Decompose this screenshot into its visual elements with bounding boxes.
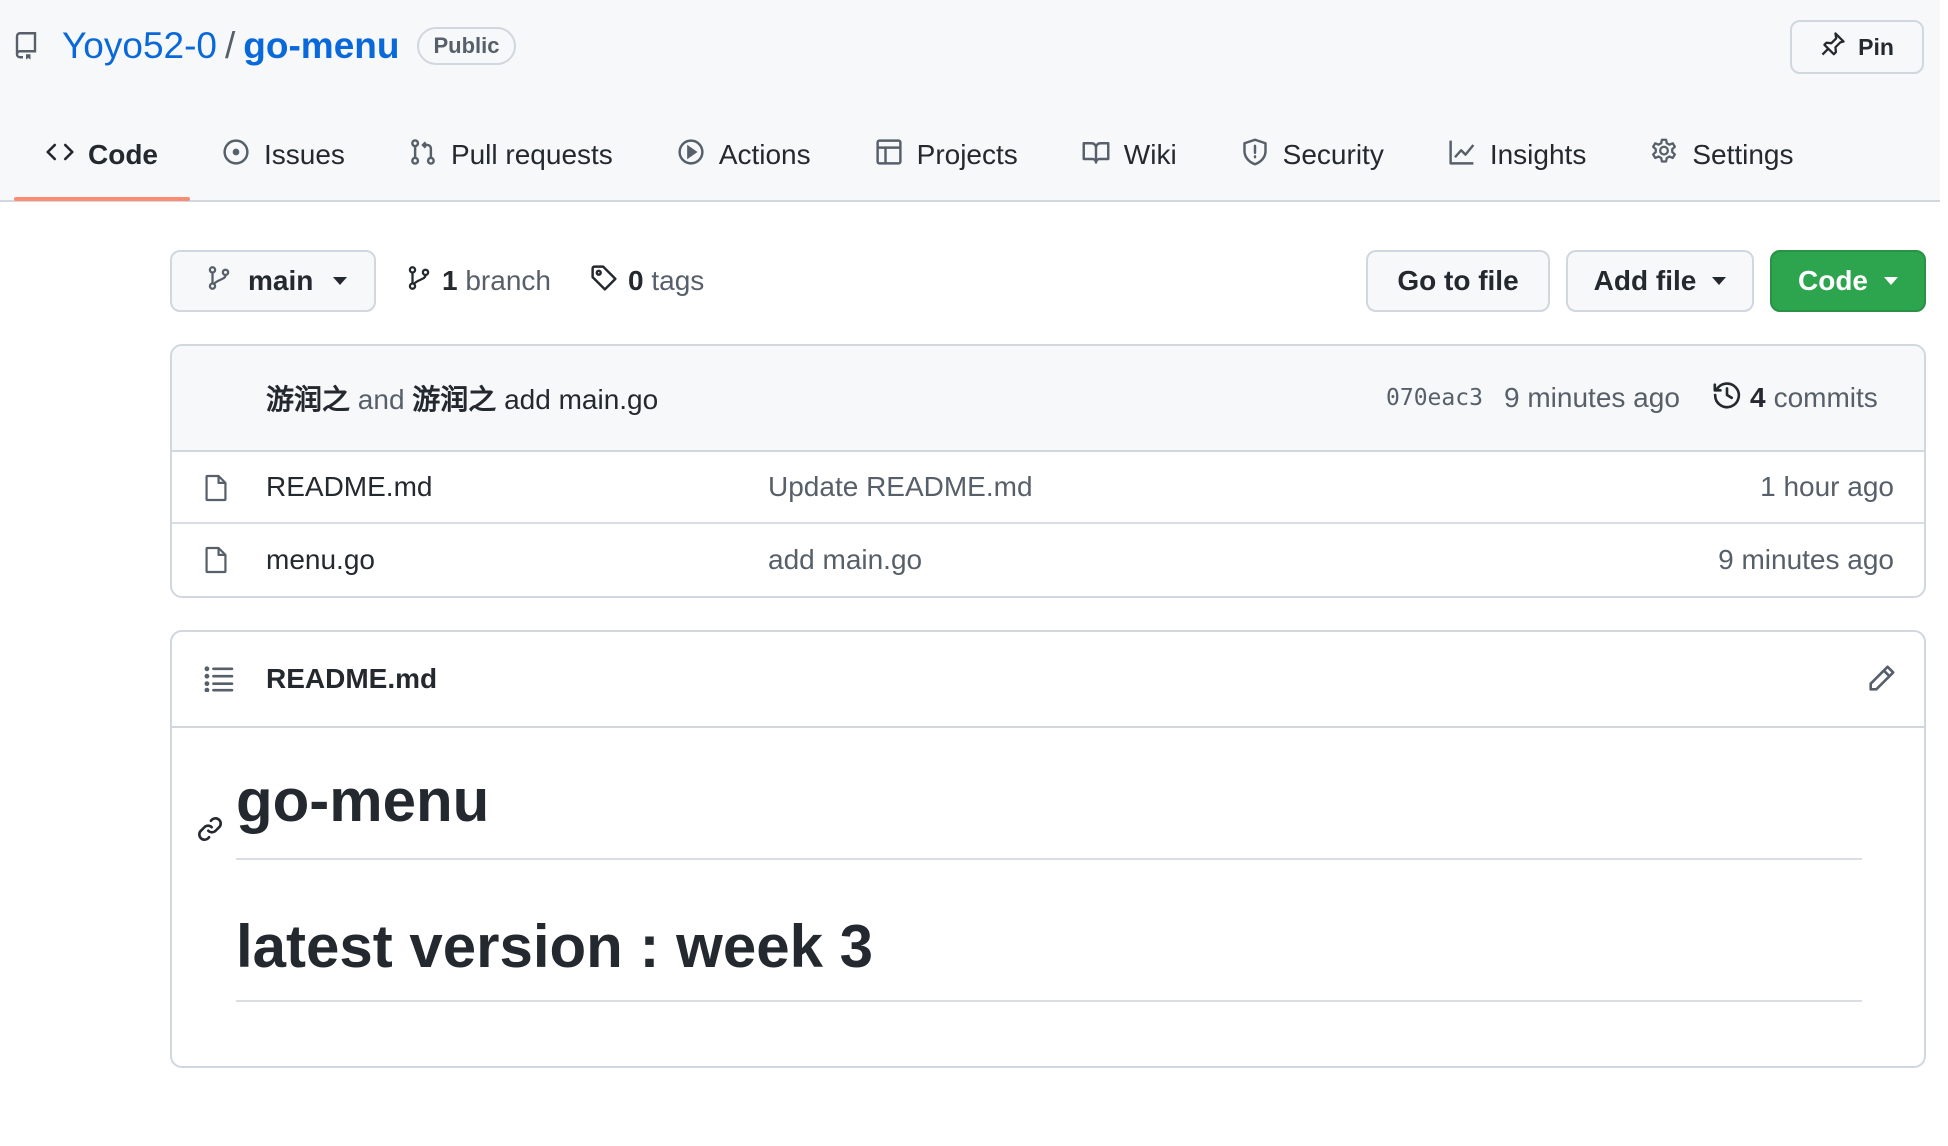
commit-message: 游润之 and 游润之 add main.go	[266, 378, 658, 418]
file-commit-message[interactable]: add main.go	[768, 544, 922, 576]
visibility-badge: Public	[417, 27, 516, 65]
table-icon	[875, 138, 903, 173]
tag-word: tags	[651, 265, 705, 296]
repo-name-link[interactable]: go-menu	[243, 25, 399, 67]
tab-label: Insights	[1489, 139, 1587, 170]
tab-settings[interactable]: Settings	[1618, 124, 1825, 186]
pin-button[interactable]: Pin	[1790, 20, 1924, 74]
tab-insights[interactable]: Insights	[1416, 124, 1619, 186]
git-branch-icon	[406, 265, 432, 298]
readme-heading-1: go-menu	[198, 766, 1862, 860]
branch-select-button[interactable]: main	[170, 250, 376, 312]
file-age: 1 hour ago	[1760, 471, 1894, 502]
latest-commit-bar: 游润之 and 游润之 add main.go 070eac3 9 minute…	[172, 346, 1924, 452]
go-to-file-label: Go to file	[1397, 265, 1519, 296]
branch-name: main	[248, 265, 314, 296]
tab-actions[interactable]: Actions	[645, 124, 843, 186]
tab-label: Issues	[264, 139, 345, 170]
tab-projects[interactable]: Projects	[843, 124, 1050, 186]
commit-word: commits	[1773, 382, 1878, 413]
readme-title-text: go-menu	[236, 767, 490, 834]
tab-label: Security	[1282, 139, 1384, 170]
branches-link[interactable]: 1 branch	[406, 250, 551, 312]
repo-owner-link[interactable]: Yoyo52-0	[62, 25, 217, 67]
file-navigation: main 1 branch 0 tags Go to file Add file…	[170, 250, 1926, 314]
branch-count: 1	[442, 265, 458, 296]
readme-heading-2: latest version : week 3	[236, 912, 1862, 1002]
tag-count: 0	[628, 265, 644, 296]
tag-icon	[590, 264, 618, 299]
commit-author[interactable]: 游润之	[266, 384, 350, 415]
repo-tabs: Code Issues Pull requests Actions Projec…	[14, 124, 1826, 202]
git-branch-icon	[206, 265, 232, 298]
add-file-label: Add file	[1593, 265, 1697, 296]
path-separator: /	[225, 25, 236, 66]
play-icon	[677, 138, 705, 173]
tab-wiki[interactable]: Wiki	[1050, 124, 1209, 186]
tab-label: Settings	[1692, 139, 1794, 170]
pin-icon	[1820, 31, 1846, 63]
gear-icon	[1650, 138, 1678, 173]
pencil-icon[interactable]	[1866, 664, 1896, 699]
commit-message-text[interactable]: add main.go	[504, 384, 658, 415]
commit-count: 4	[1750, 382, 1766, 413]
code-icon	[46, 138, 74, 173]
repo-header: Yoyo52-0 / go-menu Public Pin Code Issue…	[0, 0, 1940, 202]
tab-issues[interactable]: Issues	[190, 124, 377, 186]
file-name[interactable]: README.md	[266, 471, 432, 503]
commit-coauthor[interactable]: 游润之	[412, 384, 496, 415]
graph-icon	[1448, 138, 1476, 173]
code-button-label: Code	[1798, 265, 1868, 296]
history-icon	[1712, 380, 1742, 417]
link-icon[interactable]	[196, 788, 224, 858]
tags-link[interactable]: 0 tags	[590, 250, 704, 312]
tab-label: Wiki	[1123, 139, 1177, 170]
git-pull-request-icon	[409, 138, 437, 173]
file-row[interactable]: menu.go add main.go 9 minutes ago	[172, 524, 1924, 596]
file-row[interactable]: README.md Update README.md 1 hour ago	[172, 452, 1924, 524]
readme-header: README.md	[172, 632, 1924, 728]
chevron-down-icon	[1884, 277, 1898, 285]
tab-label: Code	[88, 139, 158, 170]
tab-label: Projects	[916, 139, 1018, 170]
code-button[interactable]: Code	[1770, 250, 1926, 312]
issue-opened-icon	[222, 138, 250, 173]
tab-security[interactable]: Security	[1209, 124, 1416, 186]
tab-label: Pull requests	[450, 139, 613, 170]
readme-content: go-menu latest version : week 3	[198, 766, 1862, 1002]
tab-label: Actions	[718, 139, 811, 170]
commit-time: 9 minutes ago	[1504, 382, 1680, 413]
shield-icon	[1241, 138, 1269, 173]
commit-sha[interactable]: 070eac3	[1386, 385, 1483, 411]
tab-code[interactable]: Code	[14, 124, 190, 201]
file-icon	[204, 546, 228, 581]
commits-link[interactable]: 4 commits	[1712, 380, 1878, 417]
branch-word: branch	[465, 265, 551, 296]
go-to-file-button[interactable]: Go to file	[1366, 250, 1550, 312]
readme-filename[interactable]: README.md	[266, 663, 437, 695]
chevron-down-icon	[1712, 277, 1727, 285]
commit-and: and	[357, 384, 405, 415]
file-list: 游润之 and 游润之 add main.go 070eac3 9 minute…	[170, 344, 1926, 598]
add-file-button[interactable]: Add file	[1566, 250, 1754, 312]
readme-panel: README.md go-menu latest version : week …	[170, 630, 1926, 1068]
repo-icon	[14, 29, 44, 63]
book-icon	[1082, 138, 1110, 173]
file-age: 9 minutes ago	[1718, 544, 1894, 575]
file-icon	[204, 474, 228, 509]
tab-pull-requests[interactable]: Pull requests	[377, 124, 645, 186]
chevron-down-icon	[333, 277, 348, 285]
pin-label: Pin	[1858, 33, 1894, 60]
file-commit-message[interactable]: Update README.md	[768, 471, 1033, 503]
repo-title: Yoyo52-0 / go-menu Public	[14, 20, 516, 72]
file-name[interactable]: menu.go	[266, 544, 375, 576]
list-unordered-icon[interactable]	[204, 666, 234, 697]
